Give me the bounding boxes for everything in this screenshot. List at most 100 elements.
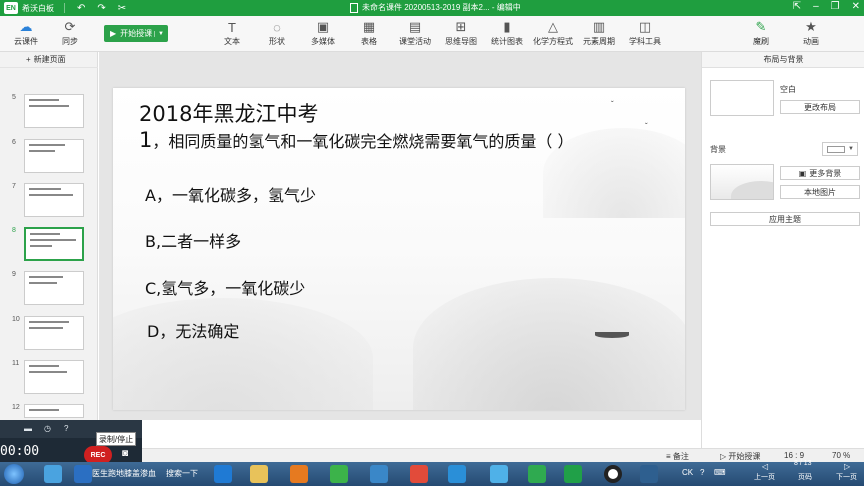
windows-start-icon[interactable] — [4, 464, 24, 484]
main-toolbar: ☁ 云课件 ⟳ 同步 ▶ 开始授课 ▼ T 文本 ◌ 形状 ▣ 多媒体 ▦ 表格 ▤ 课堂… — [0, 16, 864, 52]
record-icon[interactable] — [604, 465, 622, 483]
camera-icon[interactable]: ◙ — [122, 448, 128, 459]
folder-icon[interactable] — [250, 465, 268, 483]
undo-icon[interactable]: ↶ — [77, 3, 85, 14]
next-page-label[interactable]: 下一页 — [836, 472, 857, 482]
chart-icon: ▮ — [503, 19, 511, 34]
taskbar-search[interactable]: 搜索一下 — [166, 468, 198, 479]
tool-table[interactable]: ▦ 表格 — [347, 19, 391, 47]
minimize-button[interactable]: – — [813, 1, 819, 12]
text-icon: T — [228, 19, 236, 35]
option-c[interactable]: C,氢气多，一氧化碳少 — [145, 275, 305, 299]
slide-canvas[interactable]: ˇ ˇ 2018年黑龙江中考 1，相同质量的氢气和一氧化碳完全燃烧需要氧气的质量… — [113, 88, 685, 410]
slide-thumbnail[interactable] — [24, 316, 84, 350]
layout-preview[interactable] — [710, 80, 774, 116]
thumbnail-item[interactable]: 6 — [0, 139, 98, 179]
canvas-area: ˇ ˇ 2018年黑龙江中考 1，相同质量的氢气和一氧化碳完全燃烧需要氧气的质量… — [99, 52, 701, 420]
tool-periodic-table[interactable]: ▥ 元素周期 — [577, 19, 621, 47]
easinote-icon[interactable] — [564, 465, 582, 483]
magic-brush-button[interactable]: ✎ 魔刷 — [739, 19, 783, 47]
activity-icon: ▤ — [408, 19, 422, 34]
globe-icon[interactable] — [490, 465, 508, 483]
new-page-button[interactable]: + 新建页面 — [0, 52, 98, 68]
tool-class-activity[interactable]: ▤ 课堂活动 — [393, 19, 437, 47]
redo-icon[interactable]: ↷ — [97, 3, 105, 14]
page-thumbnails-panel: + 新建页面 5 6 7 8 9 10 11 12 — [0, 52, 98, 420]
tool-media[interactable]: ▣ 多媒体 — [301, 19, 345, 47]
clock-icon[interactable]: ◷ — [44, 424, 51, 433]
layout-background-panel: 布局与背景 空白 更改布局 背景 ▼ ▣ 更多背景 本地图片 应用主题 — [701, 52, 864, 448]
tool-mind-map[interactable]: ⊞ 思维导图 — [439, 19, 483, 47]
notes-button[interactable]: ≡ 备注 — [666, 451, 689, 462]
local-image-button[interactable]: 本地图片 — [780, 185, 860, 199]
prev-page-label[interactable]: 上一页 — [754, 472, 775, 482]
thumbnail-item[interactable]: 5 — [0, 94, 98, 134]
slide-thumbnail[interactable] — [24, 404, 84, 418]
thumbnail-item[interactable]: 11 — [0, 360, 98, 400]
tool-chart[interactable]: ▮ 统计图表 — [485, 19, 529, 47]
next-page-icon[interactable]: ▷ — [844, 462, 850, 471]
tool-shape[interactable]: ◌ 形状 — [255, 20, 299, 47]
iqiyi-icon[interactable] — [330, 465, 348, 483]
prev-page-icon[interactable]: ◁ — [762, 462, 768, 471]
page-indicator: 8 / 13 — [794, 460, 812, 467]
video-icon[interactable] — [290, 465, 308, 483]
document-title-text: 未命名课件 20200513-2019 副本2... - 编辑中 — [362, 3, 521, 12]
question-line[interactable]: 1，相同质量的氢气和一氧化碳完全燃烧需要氧气的质量（ ） — [139, 128, 573, 152]
slide-thumbnail[interactable] — [24, 271, 84, 305]
option-d[interactable]: D，无法确定 — [147, 318, 239, 342]
ie-icon[interactable] — [74, 465, 92, 483]
panel-title: 布局与背景 — [702, 52, 864, 68]
brush-icon: ✎ — [755, 19, 767, 34]
slide-thumbnail-active[interactable] — [24, 227, 84, 261]
recording-timer: 00:00 — [0, 444, 40, 459]
background-color-picker[interactable]: ▼ — [822, 142, 858, 156]
change-layout-button[interactable]: 更改布局 — [780, 100, 860, 114]
mind-map-icon: ⊞ — [455, 19, 467, 34]
option-a[interactable]: A，一氧化碳多，氢气少 — [145, 182, 316, 206]
folder-icon[interactable]: ▬ — [24, 424, 32, 433]
tool-chemistry[interactable]: △ 化学方程式 — [531, 19, 575, 47]
sync-button[interactable]: ⟳ 同步 — [48, 19, 92, 47]
slide-title[interactable]: 2018年黑龙江中考 — [139, 98, 318, 128]
taskbar-window-title[interactable]: 医生跑地膝盖渗血 — [92, 468, 156, 479]
browser-360-icon[interactable] — [44, 465, 62, 483]
start-teaching-button[interactable]: ▶ 开始授课 ▼ — [104, 25, 168, 42]
media-player-icon[interactable] — [528, 465, 546, 483]
color-swatch — [827, 146, 845, 153]
slide-thumbnail[interactable] — [24, 94, 84, 128]
close-button[interactable]: ✕ — [852, 1, 860, 12]
edge-icon[interactable] — [448, 465, 466, 483]
keyboard-icon[interactable]: ⌨ — [714, 468, 726, 477]
background-preview[interactable] — [710, 164, 774, 200]
slide-thumbnail[interactable] — [24, 183, 84, 217]
more-background-button[interactable]: ▣ 更多背景 — [780, 166, 860, 180]
restore-button[interactable]: ❐ — [831, 1, 840, 12]
monitor-icon[interactable] — [370, 465, 388, 483]
thumbnail-item[interactable]: 9 — [0, 271, 98, 311]
periodic-table-icon: ▥ — [592, 19, 606, 34]
thumbnail-item[interactable]: 8 — [0, 227, 98, 267]
option-b[interactable]: B,二者一样多 — [145, 228, 241, 252]
mountain-decoration — [113, 298, 373, 410]
slide-thumbnail[interactable] — [24, 360, 84, 394]
ime-indicator[interactable]: CK — [682, 468, 693, 477]
chevron-down-icon[interactable]: ▼ — [154, 30, 164, 37]
app-icon[interactable] — [640, 465, 658, 483]
thumbnail-item[interactable]: 7 — [0, 183, 98, 223]
wps-icon[interactable] — [410, 465, 428, 483]
cloud-courseware-button[interactable]: ☁ 云课件 — [4, 19, 48, 47]
media-icon: ▣ — [316, 19, 330, 34]
ie-icon[interactable] — [214, 465, 232, 483]
apply-theme-button[interactable]: 应用主题 — [710, 212, 860, 226]
scissors-icon[interactable]: ✂ — [118, 3, 126, 14]
help-icon[interactable]: ? — [700, 468, 704, 477]
tool-subject[interactable]: ◫ 学科工具 — [623, 19, 667, 47]
animation-button[interactable]: ★ 动画 — [789, 19, 833, 47]
slide-thumbnail[interactable] — [24, 139, 84, 173]
tool-text[interactable]: T 文本 — [210, 20, 254, 47]
thumbnail-item[interactable]: 10 — [0, 316, 98, 356]
share-icon[interactable]: ⇱ — [793, 1, 801, 12]
help-icon[interactable]: ? — [64, 424, 68, 433]
star-icon: ★ — [805, 19, 817, 34]
